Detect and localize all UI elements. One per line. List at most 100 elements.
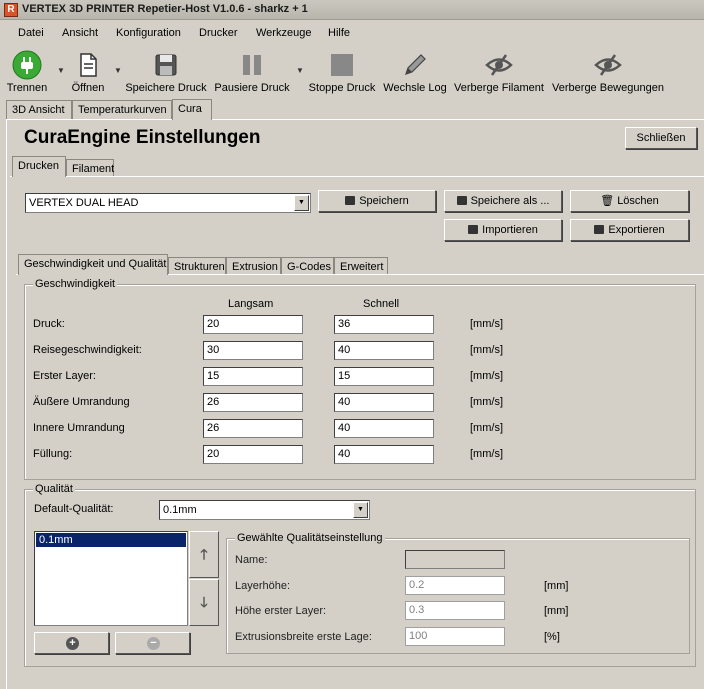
close-button[interactable]: Schließen bbox=[625, 127, 697, 149]
disconnect-button[interactable]: Trennen bbox=[4, 46, 50, 98]
speed-label-infill: Füllung: bbox=[33, 448, 73, 460]
menu-datei[interactable]: Datei bbox=[18, 27, 44, 39]
layer-height-label: Layerhöhe: bbox=[235, 580, 291, 592]
unit-label: [mm] bbox=[544, 580, 569, 592]
tab-filament[interactable]: Filament bbox=[66, 159, 114, 176]
quality-name-label: Name: bbox=[235, 554, 268, 566]
tab-speed-quality[interactable]: Geschwindigkeit und Qualität bbox=[18, 254, 168, 275]
first-layer-height-input[interactable]: 0.3 bbox=[405, 601, 505, 620]
save-profile-button[interactable]: Speichern bbox=[318, 190, 436, 212]
print-speed-slow-input[interactable]: 20 bbox=[203, 315, 303, 334]
tab-advanced[interactable]: Erweitert bbox=[334, 257, 388, 274]
save-as-button[interactable]: Speichere als ... bbox=[444, 190, 562, 212]
plug-icon bbox=[12, 50, 42, 80]
first-layer-width-input[interactable]: 100 bbox=[405, 627, 505, 646]
tab-extrusion[interactable]: Extrusion bbox=[226, 257, 281, 274]
tab-structures[interactable]: Strukturen bbox=[168, 257, 226, 274]
toggle-log-button[interactable]: Wechsle Log bbox=[380, 46, 450, 98]
disconnect-label: Trennen bbox=[6, 82, 48, 94]
toggle-log-label: Wechsle Log bbox=[383, 82, 447, 94]
inner-perimeter-speed-fast-input[interactable]: 40 bbox=[334, 419, 434, 438]
toolbar: Trennen ▼ Öffnen ▼ Speichere Druck Pausi… bbox=[0, 46, 704, 98]
speed-label-inner-perimeter: Innere Umrandung bbox=[33, 422, 125, 434]
hide-moves-button[interactable]: Verberge Bewegungen bbox=[550, 46, 666, 98]
move-down-button[interactable]: 🡓 bbox=[189, 579, 219, 626]
speed-label-print: Druck: bbox=[33, 318, 65, 330]
import-button[interactable]: Importieren bbox=[444, 219, 562, 241]
export-label: Exportieren bbox=[608, 224, 665, 236]
quality-name-input[interactable] bbox=[405, 550, 505, 569]
tab-drucken[interactable]: Drucken bbox=[12, 156, 66, 177]
hide-filament-button[interactable]: Verberge Filament bbox=[452, 46, 546, 98]
unit-label: [mm/s] bbox=[470, 344, 503, 356]
first-layer-speed-slow-input[interactable]: 15 bbox=[203, 367, 303, 386]
first-layer-width-label: Extrusionsbreite erste Lage: bbox=[235, 631, 372, 643]
add-quality-button[interactable]: + bbox=[34, 632, 109, 654]
pause-print-label: Pausiere Druck bbox=[214, 82, 290, 94]
travel-speed-fast-input[interactable]: 40 bbox=[334, 341, 434, 360]
menu-ansicht[interactable]: Ansicht bbox=[62, 27, 98, 39]
selected-quality-title: Gewählte Qualitätseinstellung bbox=[235, 532, 385, 544]
unit-label: [mm] bbox=[544, 605, 569, 617]
save-icon bbox=[594, 225, 605, 234]
first-layer-speed-fast-input[interactable]: 15 bbox=[334, 367, 434, 386]
stop-print-button[interactable]: Stoppe Druck bbox=[306, 46, 378, 98]
first-layer-height-label: Höhe erster Layer: bbox=[235, 605, 327, 617]
chevron-down-icon[interactable]: ▼ bbox=[296, 66, 304, 75]
remove-quality-button[interactable]: − bbox=[115, 632, 190, 654]
stop-print-label: Stoppe Druck bbox=[308, 82, 376, 94]
tab-gcodes[interactable]: G-Codes bbox=[281, 257, 334, 274]
chevron-down-icon[interactable]: ▼ bbox=[57, 66, 65, 75]
layer-height-input[interactable]: 0.2 bbox=[405, 576, 505, 595]
save-print-label: Speichere Druck bbox=[125, 82, 207, 94]
speed-label-outer-perimeter: Äußere Umrandung bbox=[33, 396, 130, 408]
menu-konfiguration[interactable]: Konfiguration bbox=[116, 27, 181, 39]
unit-label: [mm/s] bbox=[470, 370, 503, 382]
minus-icon: − bbox=[147, 637, 160, 650]
column-slow-header: Langsam bbox=[228, 298, 274, 310]
delete-profile-button[interactable]: 🗑 Löschen bbox=[570, 190, 689, 212]
page-title: CuraEngine Einstellungen bbox=[24, 127, 261, 148]
default-quality-select[interactable]: 0.1mm ▼ bbox=[159, 500, 370, 520]
hide-moves-label: Verberge Bewegungen bbox=[552, 82, 664, 94]
chevron-down-icon[interactable]: ▼ bbox=[114, 66, 122, 75]
move-up-button[interactable]: 🡑 bbox=[189, 531, 219, 578]
hide-filament-label: Verberge Filament bbox=[454, 82, 544, 94]
open-label: Öffnen bbox=[71, 82, 105, 94]
menu-werkzeuge[interactable]: Werkzeuge bbox=[256, 27, 311, 39]
infill-speed-fast-input[interactable]: 40 bbox=[334, 445, 434, 464]
print-speed-fast-input[interactable]: 36 bbox=[334, 315, 434, 334]
tab-cura[interactable]: Cura bbox=[172, 99, 212, 120]
export-button[interactable]: Exportieren bbox=[570, 219, 689, 241]
unit-label: [%] bbox=[544, 631, 560, 643]
import-label: Importieren bbox=[482, 224, 538, 236]
travel-speed-slow-input[interactable]: 30 bbox=[203, 341, 303, 360]
chevron-down-icon[interactable]: ▼ bbox=[294, 195, 309, 211]
quality-list[interactable]: 0.1mm bbox=[34, 531, 188, 626]
profile-select[interactable]: VERTEX DUAL HEAD ▼ bbox=[25, 193, 311, 213]
save-icon bbox=[468, 225, 479, 234]
menu-bar: Datei Ansicht Konfiguration Drucker Werk… bbox=[0, 22, 704, 44]
open-button[interactable]: Öffnen bbox=[66, 46, 110, 98]
arrow-down-icon: 🡓 bbox=[200, 594, 208, 610]
list-item[interactable]: 0.1mm bbox=[36, 533, 186, 547]
eye-hidden-icon bbox=[485, 54, 513, 76]
pause-print-button[interactable]: Pausiere Druck bbox=[212, 46, 292, 98]
unit-label: [mm/s] bbox=[470, 448, 503, 460]
document-icon bbox=[80, 53, 97, 77]
tab-temperature-curves[interactable]: Temperaturkurven bbox=[72, 100, 172, 119]
inner-perimeter-speed-slow-input[interactable]: 26 bbox=[203, 419, 303, 438]
title-bar: R VERTEX 3D PRINTER Repetier-Host V1.0.6… bbox=[0, 0, 704, 20]
trash-icon: 🗑 bbox=[600, 195, 615, 207]
outer-perimeter-speed-slow-input[interactable]: 26 bbox=[203, 393, 303, 412]
unit-label: [mm/s] bbox=[470, 318, 503, 330]
menu-hilfe[interactable]: Hilfe bbox=[328, 27, 350, 39]
unit-label: [mm/s] bbox=[470, 396, 503, 408]
save-print-button[interactable]: Speichere Druck bbox=[124, 46, 208, 98]
save-icon bbox=[456, 196, 467, 205]
tab-3d-view[interactable]: 3D Ansicht bbox=[6, 100, 72, 119]
outer-perimeter-speed-fast-input[interactable]: 40 bbox=[334, 393, 434, 412]
menu-drucker[interactable]: Drucker bbox=[199, 27, 238, 39]
chevron-down-icon[interactable]: ▼ bbox=[353, 502, 368, 518]
infill-speed-slow-input[interactable]: 20 bbox=[203, 445, 303, 464]
